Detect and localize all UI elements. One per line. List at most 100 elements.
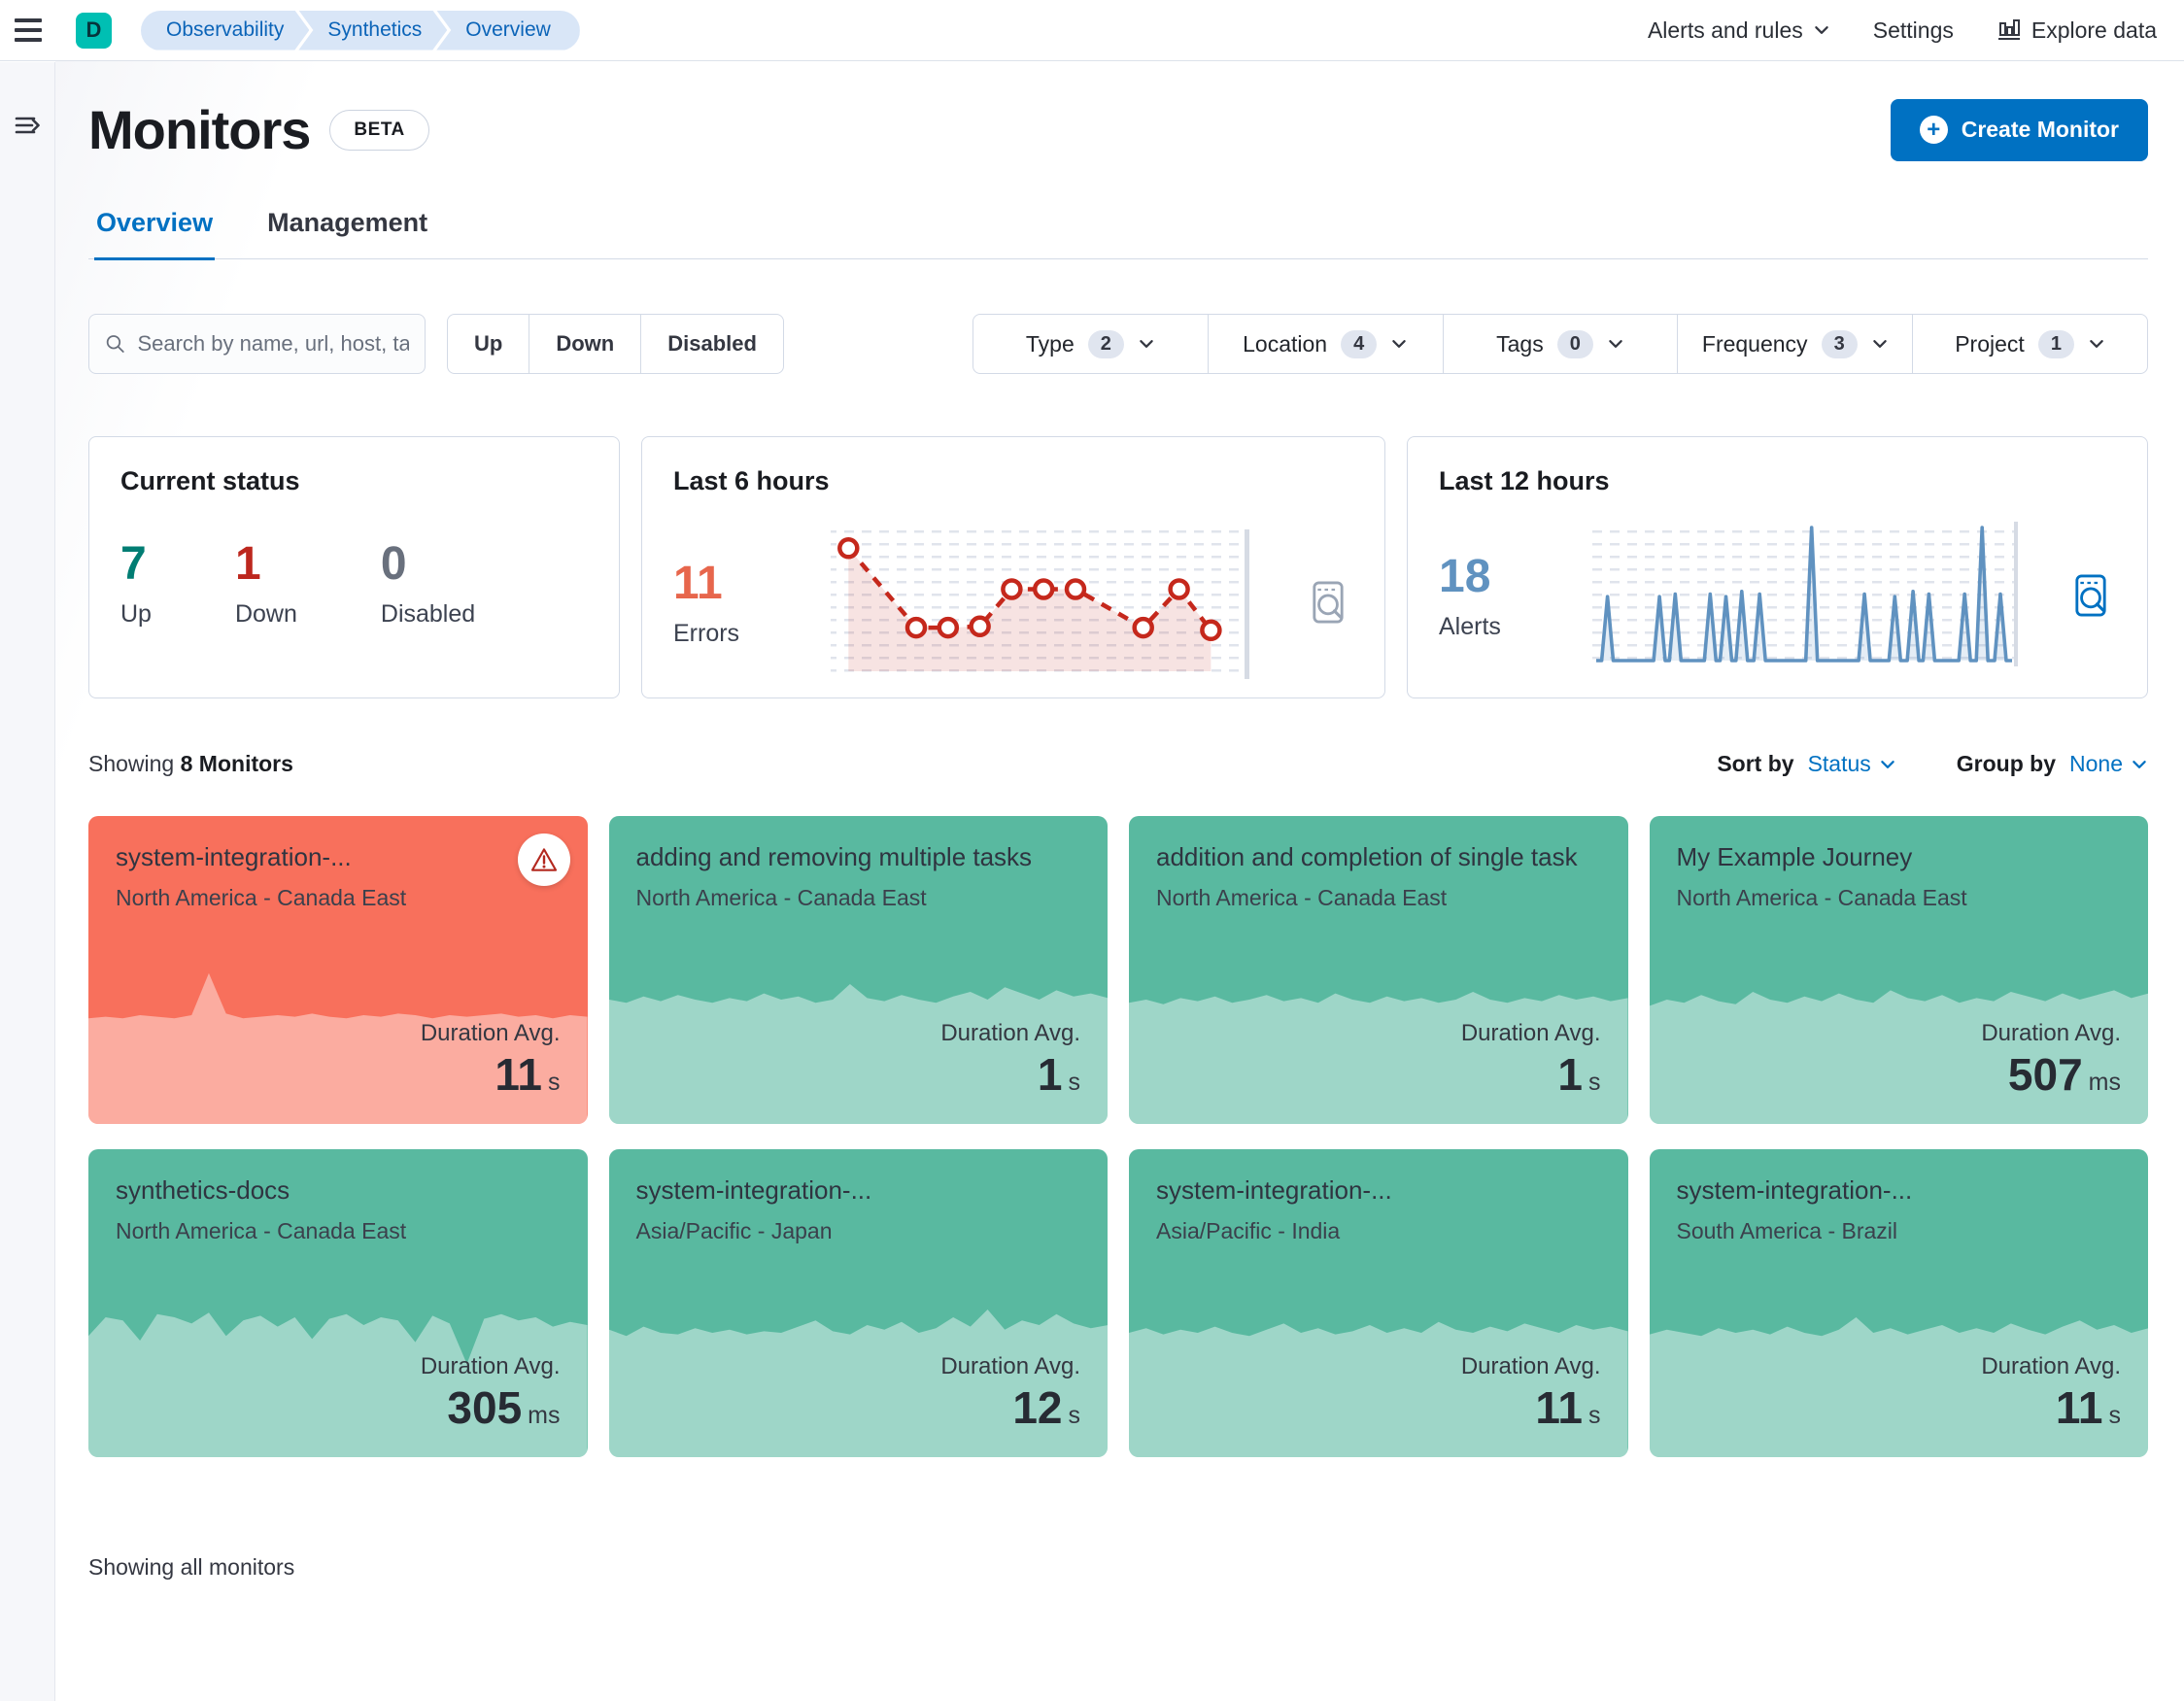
alerts-count: 18 xyxy=(1439,551,1491,602)
monitor-title: adding and removing multiple tasks xyxy=(635,842,1033,871)
monitor-grid: system-integration-... North America - C… xyxy=(88,816,2148,1457)
monitor-card[interactable]: My Example Journey North America - Canad… xyxy=(1649,816,2148,1124)
breadcrumb: Observability Synthetics Overview xyxy=(141,10,580,51)
chevron-down-icon xyxy=(1392,340,1406,348)
duration-unit: s xyxy=(1588,1068,1601,1096)
duration-unit: ms xyxy=(528,1401,561,1429)
tab-overview[interactable]: Overview xyxy=(94,194,216,260)
duration-block: Duration Avg. 1s xyxy=(940,1020,1080,1104)
group-by-value: None xyxy=(2069,751,2123,776)
group-by-select[interactable]: None xyxy=(2069,751,2148,777)
duration-value: 11 xyxy=(1535,1381,1583,1433)
filter-frequency-dropdown[interactable]: Frequency 3 xyxy=(1677,315,1912,373)
down-count: 1 xyxy=(234,538,261,590)
page-title: Monitors xyxy=(88,99,311,160)
monitor-card[interactable]: adding and removing multiple tasks North… xyxy=(608,816,1108,1124)
create-monitor-button[interactable]: + Create Monitor xyxy=(1890,98,2148,161)
group-by-label: Group by xyxy=(1956,751,2057,776)
disabled-count: 0 xyxy=(380,538,407,590)
expand-sidebar-icon[interactable] xyxy=(11,109,44,142)
tab-management[interactable]: Management xyxy=(265,194,429,258)
duration-unit: s xyxy=(1588,1401,1601,1429)
up-count: 7 xyxy=(120,538,147,590)
duration-avg-label: Duration Avg. xyxy=(940,1019,1080,1046)
monitor-title: synthetics-docs xyxy=(116,1175,290,1205)
monitor-card[interactable]: system-integration-... Asia/Pacific - In… xyxy=(1129,1149,1628,1457)
monitor-title: system-integration-... xyxy=(1156,1175,1392,1205)
showing-prefix: Showing xyxy=(88,751,175,776)
monitor-location: Asia/Pacific - India xyxy=(1156,1218,1341,1244)
current-status-title: Current status xyxy=(120,466,300,495)
monitor-card[interactable]: synthetics-docs North America - Canada E… xyxy=(88,1149,588,1457)
monitor-card[interactable]: system-integration-... South America - B… xyxy=(1649,1149,2148,1457)
inspect-alerts-icon[interactable] xyxy=(2065,570,2116,621)
duration-value: 1 xyxy=(1557,1048,1583,1100)
search-input[interactable] xyxy=(137,331,409,357)
monitor-location: Asia/Pacific - Japan xyxy=(635,1218,833,1244)
chevron-down-icon xyxy=(1881,760,1894,768)
up-metric: 7 Up xyxy=(120,537,152,629)
chevron-down-icon xyxy=(1872,340,1887,348)
duration-avg-label: Duration Avg. xyxy=(420,1019,561,1046)
inspect-errors-icon[interactable] xyxy=(1303,577,1353,628)
disabled-label: Disabled xyxy=(380,600,476,628)
sort-by-select[interactable]: Status xyxy=(1808,751,1896,777)
breadcrumb-overview[interactable]: Overview xyxy=(436,10,580,51)
monitor-location: South America - Brazil xyxy=(1676,1218,1898,1244)
duration-block: Duration Avg. 507 ms xyxy=(1981,1020,2121,1104)
duration-value: 11 xyxy=(495,1048,542,1100)
monitor-title: system-integration-... xyxy=(116,842,352,871)
duration-avg-label: Duration Avg. xyxy=(1981,1019,2121,1046)
monitor-location: North America - Canada East xyxy=(635,885,927,911)
filter-type-label: Type xyxy=(1025,330,1075,357)
breadcrumb-observability[interactable]: Observability xyxy=(141,11,309,51)
menu-icon[interactable] xyxy=(0,18,55,42)
filter-project-dropdown[interactable]: Project 1 xyxy=(1912,315,2147,373)
duration-block: Duration Avg. 11 s xyxy=(1461,1353,1601,1437)
filter-up-button[interactable]: Up xyxy=(448,315,529,373)
monitor-title: system-integration-... xyxy=(635,1175,872,1205)
alerts-label: Alerts xyxy=(1439,613,1501,640)
top-navigation-bar: D Observability Synthetics Overview Aler… xyxy=(0,0,2184,61)
monitor-location: North America - Canada East xyxy=(1676,885,1967,911)
filter-location-dropdown[interactable]: Location 4 xyxy=(1207,315,1443,373)
duration-block: Duration Avg. 11 s xyxy=(1981,1353,2121,1437)
errors-metric: 11 Errors xyxy=(673,557,827,648)
warning-icon xyxy=(530,848,557,871)
filter-location-label: Location xyxy=(1243,330,1328,357)
monitor-card[interactable]: system-integration-... Asia/Pacific - Ja… xyxy=(608,1149,1108,1457)
explore-data-link[interactable]: Explore data xyxy=(1996,17,2157,44)
duration-value: 1 xyxy=(1037,1048,1063,1100)
monitor-card[interactable]: system-integration-... North America - C… xyxy=(88,816,588,1124)
filter-tags-label: Tags xyxy=(1496,330,1544,357)
search-box xyxy=(88,314,426,374)
collapsed-nav-rail xyxy=(0,62,55,1701)
filter-tags-dropdown[interactable]: Tags 0 xyxy=(1442,315,1678,373)
duration-value: 305 xyxy=(447,1381,523,1433)
duration-block: Duration Avg. 11 s xyxy=(421,1020,561,1104)
filter-location-count-badge: 4 xyxy=(1341,329,1378,358)
duration-value: 11 xyxy=(2055,1381,2103,1433)
duration-block: Duration Avg. 1s xyxy=(1461,1020,1601,1104)
settings-link[interactable]: Settings xyxy=(1873,17,1954,44)
plus-icon: + xyxy=(1919,116,1948,144)
monitor-card[interactable]: addition and completion of single task N… xyxy=(1129,816,1628,1124)
filter-type-dropdown[interactable]: Type 2 xyxy=(973,315,1208,373)
up-label: Up xyxy=(120,600,152,628)
current-status-card: Current status 7 Up 1 Down 0 Disabled xyxy=(88,436,620,698)
space-avatar[interactable]: D xyxy=(76,12,112,49)
last-12-hours-card: Last 12 hours 18 Alerts xyxy=(1407,436,2148,698)
status-cards-row: Current status 7 Up 1 Down 0 Disabled La… xyxy=(88,436,2148,698)
breadcrumb-synthetics[interactable]: Synthetics xyxy=(298,11,447,51)
duration-value: 507 xyxy=(2007,1048,2083,1100)
last-6-hours-card: Last 6 hours 11 Errors xyxy=(641,436,1385,698)
alerts-chart xyxy=(1592,522,2018,666)
filter-down-button[interactable]: Down xyxy=(529,315,640,373)
alerts-and-rules-menu[interactable]: Alerts and rules xyxy=(1648,17,1830,44)
chevron-down-icon xyxy=(2090,340,2103,348)
duration-value: 12 xyxy=(1012,1381,1063,1433)
last-6-hours-title: Last 6 hours xyxy=(673,466,830,495)
filters-toolbar: Up Down Disabled Type 2 Location 4 Tags … xyxy=(88,314,2148,374)
alerts-metric: 18 Alerts xyxy=(1439,550,1592,641)
filter-disabled-button[interactable]: Disabled xyxy=(640,315,783,373)
